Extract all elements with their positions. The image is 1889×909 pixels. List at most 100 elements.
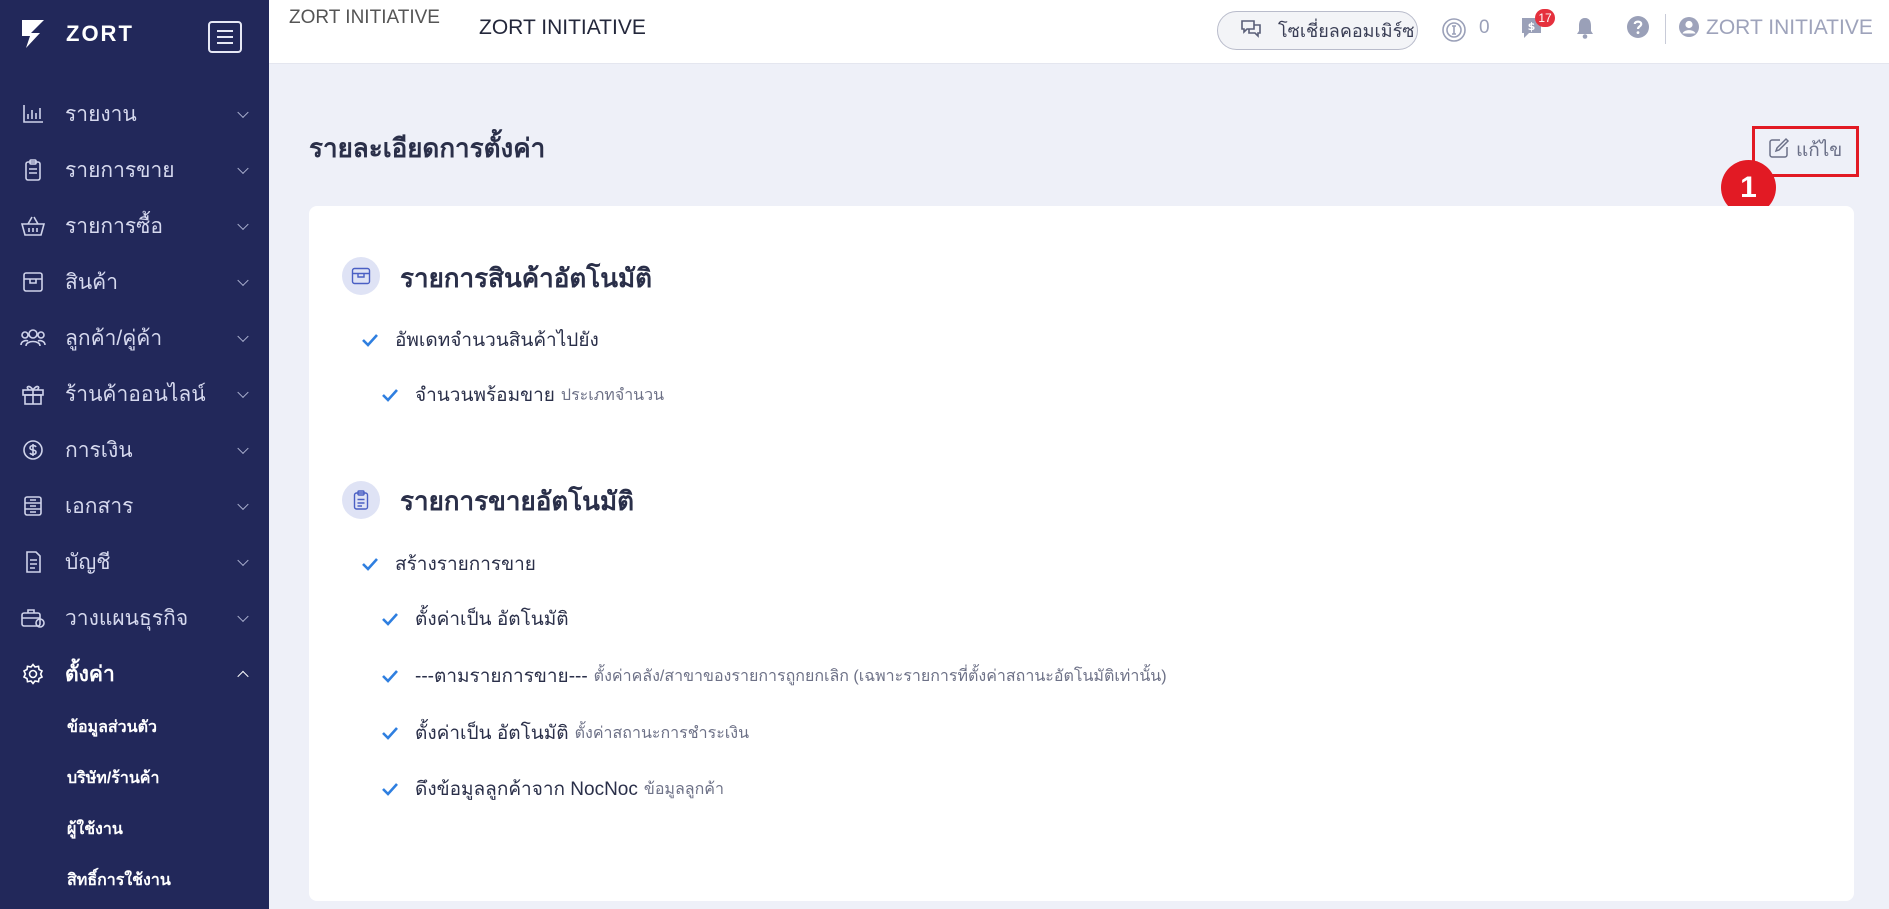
section-title-auto-sales: รายการขายอัตโนมัติ: [400, 486, 634, 516]
setting-label: ตั้งค่าเป็น อัตโนมัติ: [415, 609, 569, 630]
social-commerce-label: โซเชี่ยลคอมเมิร์ซ: [1278, 21, 1415, 41]
message-badge: 17: [1535, 9, 1555, 27]
subnav-item-permissions[interactable]: สิทธิ์การใช้งาน: [0, 855, 269, 906]
sidebar-item-finance[interactable]: การเงิน: [0, 422, 269, 478]
sidebar-item-products[interactable]: สินค้า: [0, 254, 269, 310]
check-icon: [359, 329, 381, 351]
sidebar-item-label: ตั้งค่า: [65, 662, 115, 686]
page-title: รายละเอียดการตั้งค่า: [309, 133, 546, 163]
bell-icon[interactable]: [1572, 15, 1598, 41]
dollar-circle-icon: [20, 437, 46, 463]
subnav-item-users[interactable]: ผู้ใช้งาน: [0, 804, 269, 855]
setting-row: จำนวนพร้อมขาย ประเภทจำนวน: [379, 380, 664, 410]
social-commerce-button[interactable]: โซเชี่ยลคอมเมิร์ซ: [1217, 11, 1418, 50]
sidebar-item-customers[interactable]: ลูกค้า/คู่ค้า: [0, 310, 269, 366]
setting-row: ดึงข้อมูลลูกค้าจาก NocNoc ข้อมูลลูกค้า: [379, 774, 724, 804]
setting-label: ตั้งค่าเป็น อัตโนมัติ: [415, 723, 569, 744]
check-icon: [379, 722, 401, 744]
zort-logo-icon: [18, 17, 48, 51]
check-icon: [379, 778, 401, 800]
svg-text:$: $: [1528, 20, 1536, 33]
header-divider: [1665, 14, 1666, 44]
chevron-down-icon: [237, 386, 249, 399]
chevron-down-icon: [237, 162, 249, 175]
setting-label: สร้างรายการขาย: [395, 554, 536, 575]
sidebar-item-settings[interactable]: ตั้งค่า: [0, 646, 269, 702]
company-name[interactable]: ZORT INITIATIVE: [479, 16, 646, 40]
bar-chart-icon: [20, 101, 46, 127]
check-icon: [379, 665, 401, 687]
basket-icon: [20, 213, 46, 239]
credit-count: 0: [1479, 17, 1490, 38]
sidebar-item-documents[interactable]: เอกสาร: [0, 478, 269, 534]
setting-label: อัพเดทจำนวนสินค้าไปยัง: [395, 330, 599, 351]
users-icon: [20, 325, 46, 351]
sidebar-item-label: วางแผนธุรกิจ: [65, 606, 189, 630]
sidebar-item-online-store[interactable]: ร้านค้าออนไลน์: [0, 366, 269, 422]
chevron-down-icon: [237, 218, 249, 231]
sidebar-nav: รายงาน รายการขาย รายการซื้อ สินค้า ลูกค้…: [0, 86, 269, 702]
chevron-down-icon: [237, 498, 249, 511]
chevron-up-icon: [237, 670, 249, 683]
chevron-down-icon: [237, 610, 249, 623]
check-icon: [379, 384, 401, 406]
sidebar-item-label: เอกสาร: [65, 494, 134, 518]
setting-label: ---ตามรายการขาย---: [415, 666, 588, 687]
clipboard-icon: [20, 157, 46, 183]
chevron-down-icon: [237, 106, 249, 119]
sidebar-item-accounting[interactable]: บัญชี: [0, 534, 269, 590]
sidebar-item-label: รายการซื้อ: [65, 214, 164, 238]
document-icon: [20, 493, 46, 519]
sidebar-item-label: รายการขาย: [65, 158, 175, 182]
settings-subnav: ข้อมูลส่วนตัว บริษัท/ร้านค้า ผู้ใช้งาน ส…: [0, 702, 269, 906]
section-title-auto-products: รายการสินค้าอัตโนมัติ: [400, 263, 653, 293]
chevron-down-icon: [237, 274, 249, 287]
setting-row: ตั้งค่าเป็น อัตโนมัติ ตั้งค่าสถานะการชำร…: [379, 718, 749, 748]
setting-label: จำนวนพร้อมขาย: [415, 385, 555, 406]
help-icon[interactable]: [1625, 14, 1651, 40]
settings-card: รายการสินค้าอัตโนมัติ อัพเดทจำนวนสินค้าไ…: [309, 206, 1854, 901]
setting-sublabel: ข้อมูลลูกค้า: [643, 780, 724, 798]
subnav-item-company[interactable]: บริษัท/ร้านค้า: [0, 753, 269, 804]
menu-toggle-button[interactable]: [208, 21, 242, 53]
setting-sublabel: ตั้งค่าสถานะการชำระเงิน: [574, 724, 749, 742]
sidebar-item-label: รายงาน: [65, 102, 137, 126]
setting-row: ---ตามรายการขาย--- ตั้งค่าคลัง/สาขาของรา…: [379, 661, 1167, 691]
subnav-item-profile[interactable]: ข้อมูลส่วนตัว: [0, 702, 269, 753]
box-icon: [342, 257, 380, 295]
ledger-icon: [20, 549, 46, 575]
sidebar-item-label: ร้านค้าออนไลน์: [65, 382, 206, 406]
clipboard-icon: [342, 481, 380, 519]
box-icon: [20, 269, 46, 295]
sidebar: ZORT รายงาน รายการขาย รายการซื้อ สินค้า …: [0, 0, 269, 909]
setting-row: อัพเดทจำนวนสินค้าไปยัง: [359, 325, 599, 355]
chevron-down-icon: [237, 330, 249, 343]
briefcase-icon: [20, 605, 46, 631]
user-name[interactable]: ZORT INITIATIVE: [1706, 16, 1873, 40]
edit-button-label: แก้ไข: [1796, 140, 1843, 161]
user-avatar-icon[interactable]: [1677, 15, 1701, 39]
company-logo-image: ZORT INITIATIVE: [289, 7, 440, 28]
sidebar-item-business-plan[interactable]: วางแผนธุรกิจ: [0, 590, 269, 646]
gear-icon: [20, 661, 46, 687]
chevron-down-icon: [237, 442, 249, 455]
setting-row: ตั้งค่าเป็น อัตโนมัติ: [379, 604, 569, 634]
sidebar-item-label: บัญชี: [65, 550, 111, 574]
setting-sublabel: ประเภทจำนวน: [560, 386, 665, 404]
credit-icon[interactable]: [1441, 17, 1467, 43]
setting-row: สร้างรายการขาย: [359, 549, 536, 579]
top-header: ZORT INITIATIVE ZORT INITIATIVE โซเชี่ยล…: [269, 0, 1889, 64]
setting-sublabel: ตั้งค่าคลัง/สาขาของรายการถูกยกเลิก (เฉพา…: [593, 667, 1167, 685]
sidebar-item-label: สินค้า: [65, 270, 119, 294]
sidebar-item-label: การเงิน: [65, 438, 133, 462]
sidebar-item-label: ลูกค้า/คู่ค้า: [65, 326, 163, 350]
brand-name: ZORT: [66, 21, 134, 46]
edit-icon: [1768, 137, 1790, 164]
sidebar-item-sales[interactable]: รายการขาย: [0, 142, 269, 198]
chat-icon: [1240, 18, 1262, 43]
edit-button[interactable]: แก้ไข: [1768, 132, 1842, 168]
sidebar-item-purchases[interactable]: รายการซื้อ: [0, 198, 269, 254]
sidebar-item-reports[interactable]: รายงาน: [0, 86, 269, 142]
chevron-down-icon: [237, 554, 249, 567]
check-icon: [359, 553, 381, 575]
